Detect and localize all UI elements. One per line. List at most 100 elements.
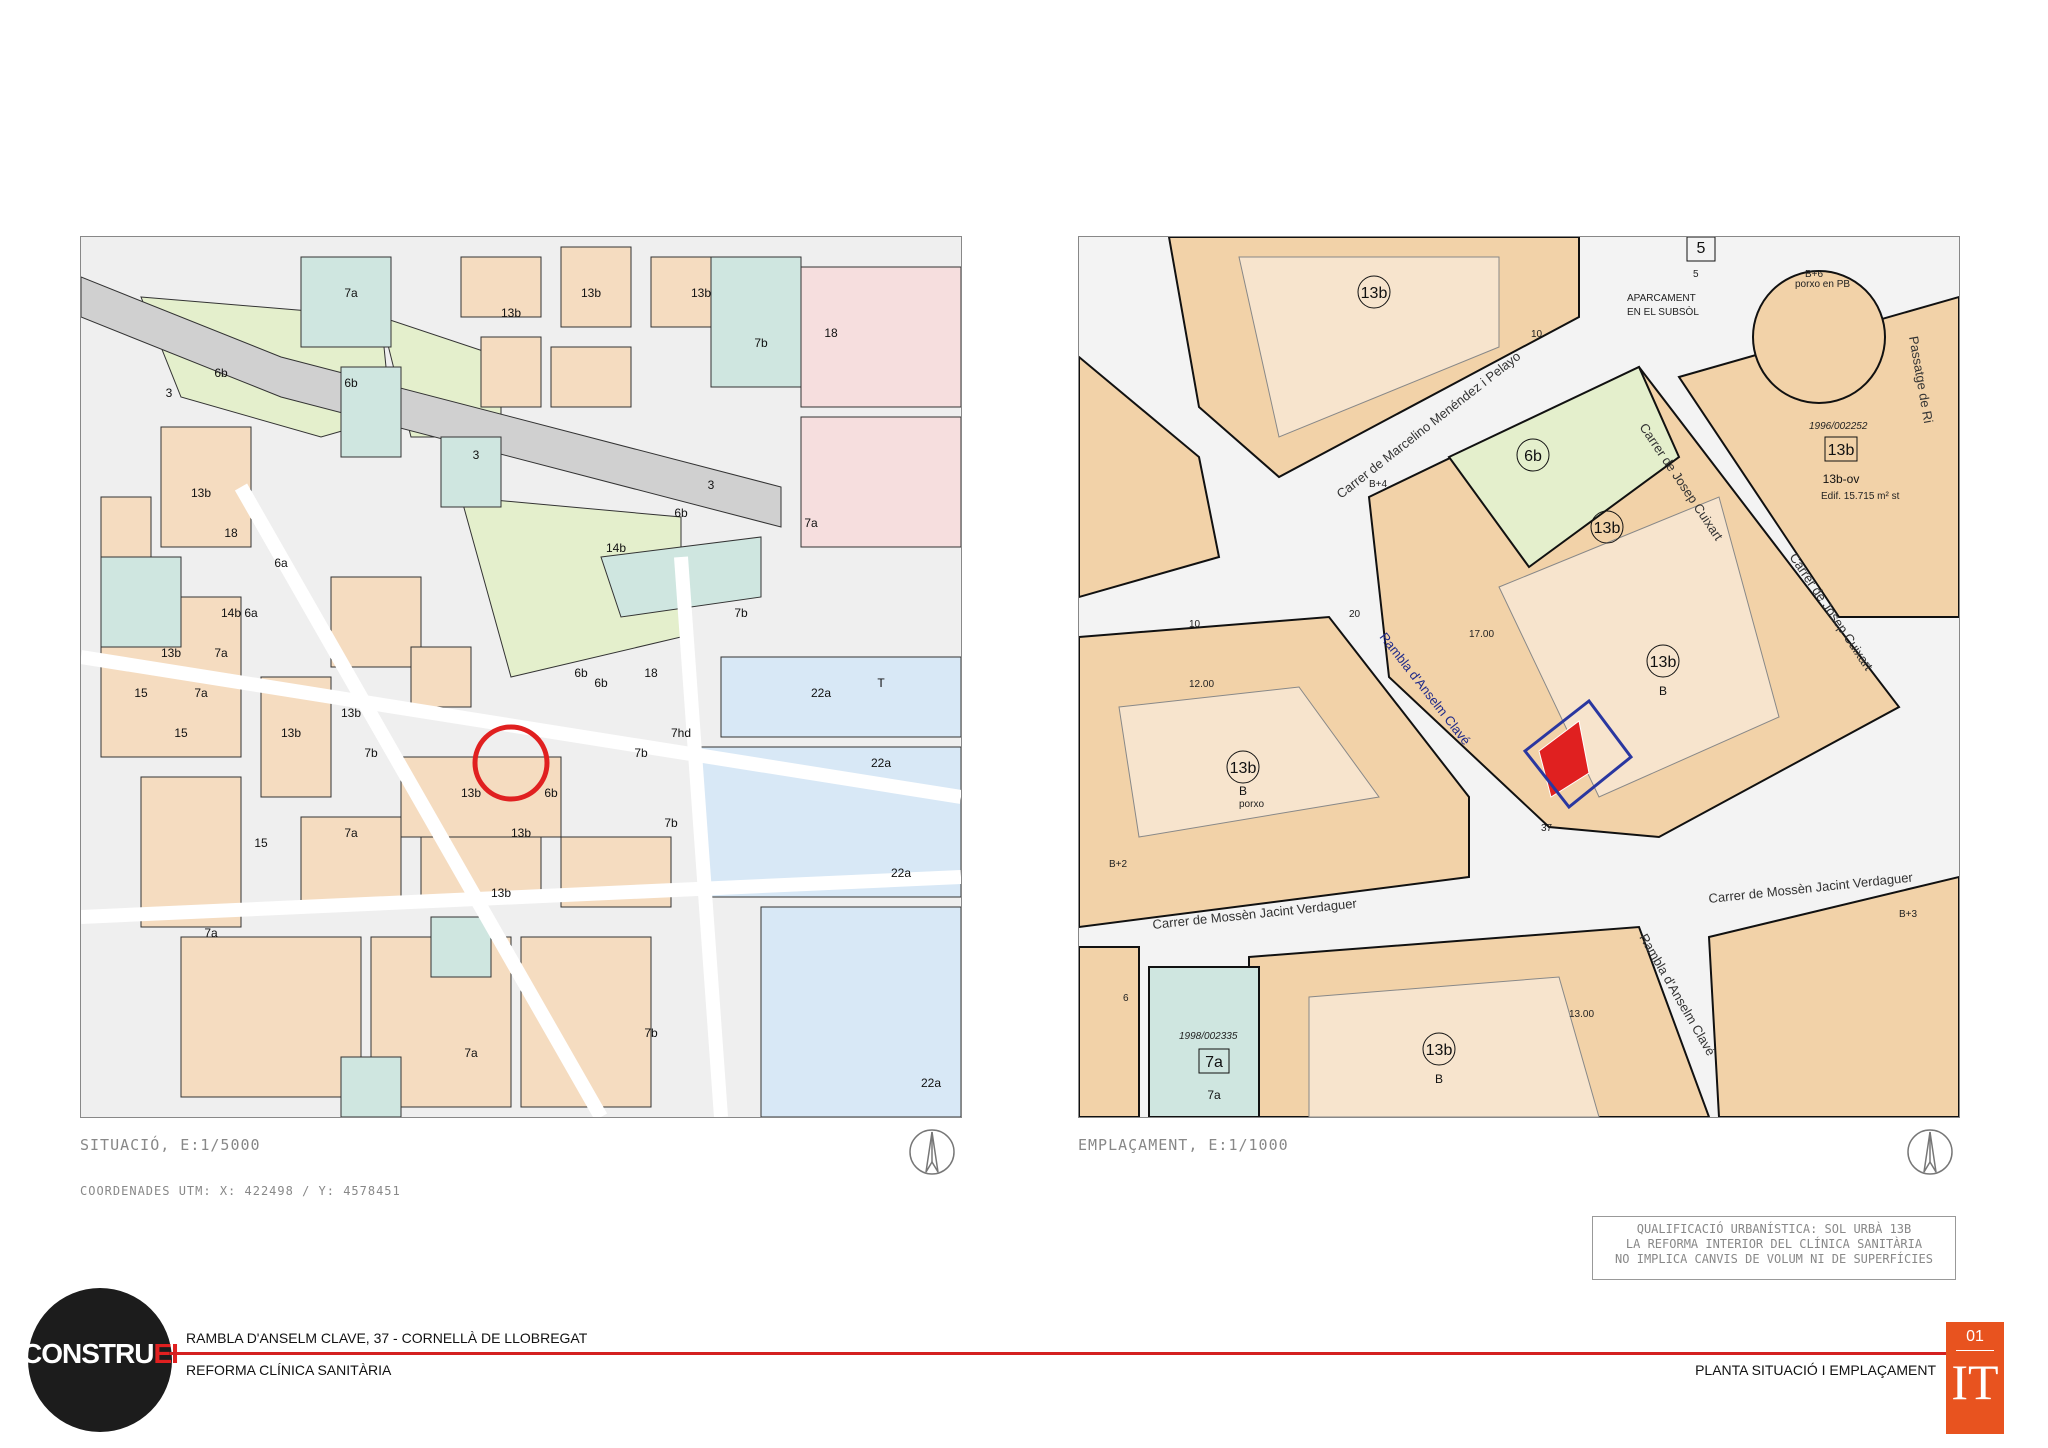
zone-label: 6b — [574, 666, 588, 680]
zone-label: 6b — [594, 676, 608, 690]
zone-label: 6a — [274, 556, 288, 570]
zone-label: 7a — [344, 826, 358, 840]
note-line: NO IMPLICA CANVIS DE VOLUM NI DE SUPERFÍ… — [1615, 1252, 1933, 1266]
annotation: porxo en PB — [1795, 279, 1850, 290]
zone-box-label: 13b — [1828, 442, 1855, 459]
north-arrow-icon — [909, 1129, 955, 1175]
zone-sublabel: 7a — [1207, 1088, 1221, 1102]
zone-label: 15 — [174, 726, 188, 740]
zone-label: 7a — [464, 1046, 478, 1060]
zone-label: 7b — [664, 816, 678, 830]
zone-label: 6a — [244, 606, 258, 620]
annotation: 6 — [1123, 993, 1129, 1004]
zone-label: 7a — [204, 926, 218, 940]
zone-label: 14b — [606, 541, 626, 555]
zone-label: 7hd — [671, 726, 691, 740]
zone-label: 13b — [191, 486, 211, 500]
zone-label: 15 — [134, 686, 148, 700]
annotation: B+4 — [1369, 479, 1388, 490]
zone-label: 13b — [491, 886, 511, 900]
zone-label: 18 — [824, 326, 838, 340]
zone-label: 22a — [811, 686, 831, 700]
zone-sublabel: 13b-ov — [1823, 472, 1860, 486]
zone-label: 18 — [224, 526, 238, 540]
zone-circle-label: 13b — [1230, 760, 1257, 777]
zone-label: 22a — [921, 1076, 941, 1090]
annotation: 10 — [1189, 619, 1201, 630]
annotation: 10 — [1531, 329, 1543, 340]
zone-label: 6b — [344, 376, 358, 390]
zone-label: 3 — [473, 448, 480, 462]
annotation: B+6 — [1805, 269, 1824, 280]
utm-coordinates: COORDENADES UTM: X: 422498 / Y: 4578451 — [80, 1184, 401, 1198]
zone-circle-label: 6b — [1524, 448, 1542, 465]
annotation: 5 — [1693, 269, 1699, 280]
project-address: RAMBLA D'ANSELM CLAVE, 37 - CORNELLÀ DE … — [186, 1330, 588, 1346]
annotation: 20 — [1349, 609, 1361, 620]
zone-label: 6b — [214, 366, 228, 380]
zone-label: 7a — [804, 516, 818, 530]
annotation: 1996/002252 — [1809, 421, 1868, 432]
situation-map: 3 3 3 18 6b 6b 6b 7a 7b 6b 13b 13b 13b 1… — [80, 236, 962, 1118]
annotation: B+2 — [1109, 859, 1128, 870]
annotation: porxo — [1239, 799, 1264, 810]
zone-label: 7b — [364, 746, 378, 760]
zone-label: 22a — [871, 756, 891, 770]
zone-label: 13b — [281, 726, 301, 740]
zone-label: T — [877, 676, 885, 690]
annotation: 13.00 — [1569, 1009, 1594, 1020]
zone-sublabel: B — [1239, 784, 1247, 798]
sheet-badge: 01 IT — [1946, 1322, 2004, 1434]
annotation: B+3 — [1899, 909, 1918, 920]
zone-label: 7a — [344, 286, 358, 300]
zone-circle-label: 13b — [1361, 285, 1388, 302]
annotation: 1998/002335 — [1179, 1031, 1238, 1042]
zone-label: 7a — [214, 646, 228, 660]
logo-text-part: CONSTRU — [22, 1338, 154, 1369]
situation-map-canvas: 3 3 3 18 6b 6b 6b 7a 7b 6b 13b 13b 13b 1… — [81, 237, 961, 1117]
zone-label: 7a — [194, 686, 208, 700]
zone-label: 6b — [544, 786, 558, 800]
zone-label: 13b — [581, 286, 601, 300]
zone-label: 13b — [691, 286, 711, 300]
sheet-number: 01 — [1956, 1328, 1994, 1351]
annotation: APARCAMENT — [1627, 293, 1696, 304]
zone-sublabel: B — [1435, 1072, 1443, 1086]
sheet-title: PLANTA SITUACIÓ I EMPLAÇAMENT — [1695, 1362, 1936, 1378]
zone-label: 13b — [161, 646, 181, 660]
zone-label: 13b — [501, 306, 521, 320]
zone-circle-label: 13b — [1594, 520, 1621, 537]
annotation: 12.00 — [1189, 679, 1214, 690]
zone-label: 14b — [221, 606, 241, 620]
annotation: 17.00 — [1469, 629, 1494, 640]
parking-number: 5 — [1697, 240, 1706, 257]
zone-label: 7b — [734, 606, 748, 620]
site-plan-caption: EMPLAÇAMENT, E:1/1000 — [1078, 1136, 1289, 1154]
zone-label: 13b — [461, 786, 481, 800]
project-title: REFORMA CLÍNICA SANITÀRIA — [186, 1362, 392, 1378]
zoning-note: QUALIFICACIÓ URBANÍSTICA: SOL URBÀ 13B L… — [1592, 1216, 1956, 1280]
zone-label: 13b — [511, 826, 531, 840]
zone-label: 6b — [674, 506, 688, 520]
zone-label: 3 — [166, 386, 173, 400]
annotation: Edif. 15.715 m² st — [1821, 491, 1900, 502]
site-plan-map: 13b 13b 6b 13b 13b 13b 13b 5 7a B B B 13… — [1078, 236, 1960, 1118]
zone-label: 13b — [341, 706, 361, 720]
zone-label: 18 — [644, 666, 658, 680]
zone-label: 7b — [634, 746, 648, 760]
annotation: EN EL SUBSÒL — [1627, 305, 1699, 318]
title-divider — [170, 1352, 1950, 1355]
zone-label: 3 — [708, 478, 715, 492]
zone-circle-label: 13b — [1650, 654, 1677, 671]
zone-sublabel: B — [1659, 684, 1667, 698]
zone-label: 7b — [754, 336, 768, 350]
site-plan-canvas: 13b 13b 6b 13b 13b 13b 13b 5 7a B B B 13… — [1079, 237, 1959, 1117]
situation-caption: SITUACIÓ, E:1/5000 — [80, 1136, 261, 1154]
north-arrow-icon — [1907, 1129, 1953, 1175]
zone-label: 7b — [644, 1026, 658, 1040]
zone-circle-label: 13b — [1426, 1042, 1453, 1059]
note-line: QUALIFICACIÓ URBANÍSTICA: SOL URBÀ 13B — [1636, 1222, 1912, 1236]
zone-box-label: 7a — [1205, 1054, 1223, 1071]
sheet-code: IT — [1951, 1354, 1999, 1410]
annotation: 37 — [1541, 823, 1553, 834]
